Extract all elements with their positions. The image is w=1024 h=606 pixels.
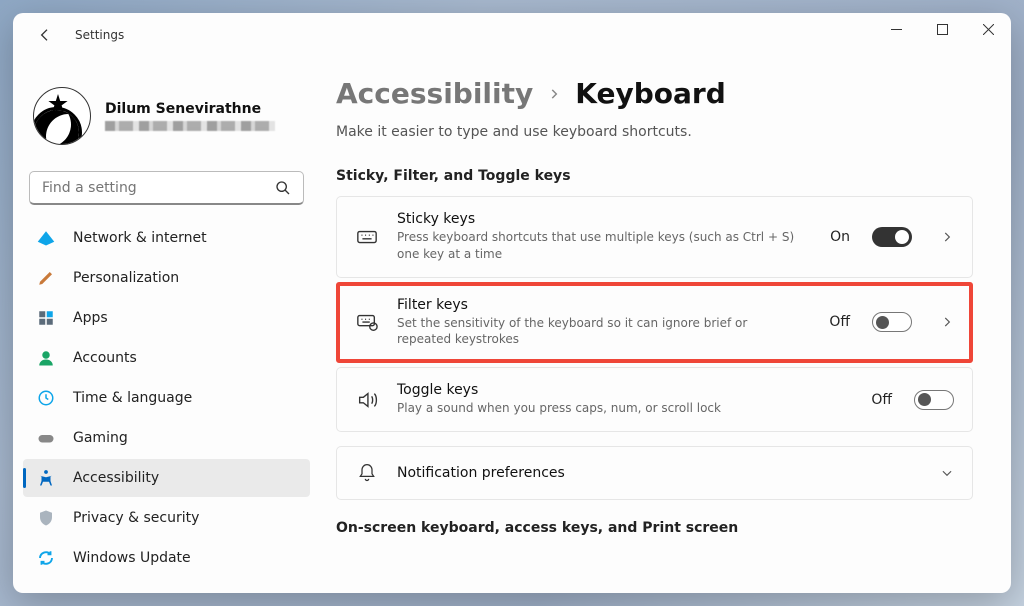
nav-label: Privacy & security [73,510,199,526]
avatar [33,87,91,145]
minimize-button[interactable] [873,13,919,45]
keyboard-icon [355,225,379,249]
back-button[interactable] [33,23,57,47]
accessibility-icon [37,469,55,487]
chevron-right-icon[interactable] [940,230,954,244]
chevron-right-icon[interactable] [940,315,954,329]
breadcrumb: Accessibility Keyboard [336,77,973,110]
nav-update[interactable]: Windows Update [23,539,310,577]
nav-label: Windows Update [73,550,191,566]
section-onscreen-title: On-screen keyboard, access keys, and Pri… [336,520,973,536]
search-icon [275,180,291,196]
nav-accessibility[interactable]: Accessibility [23,459,310,497]
nav-personalization[interactable]: Personalization [23,259,310,297]
wifi-icon [37,229,55,247]
sticky-keys-toggle[interactable] [872,227,912,247]
nav-gaming[interactable]: Gaming [23,419,310,457]
titlebar: Settings [13,13,1011,57]
filter-keys-toggle[interactable] [872,312,912,332]
sound-icon [355,388,379,412]
nav-accounts[interactable]: Accounts [23,339,310,377]
keyboard-filter-icon [355,310,379,334]
nav-privacy[interactable]: Privacy & security [23,499,310,537]
profile-name: Dilum Senevirathne [105,101,275,117]
apps-icon [37,309,55,327]
notification-preferences-row[interactable]: Notification preferences [336,446,973,500]
toggle-keys-row[interactable]: Toggle keys Play a sound when you press … [336,367,973,432]
main-content[interactable]: Accessibility Keyboard Make it easier to… [320,57,1011,593]
gamepad-icon [37,429,55,447]
shield-icon [37,509,55,527]
nav-label: Gaming [73,430,128,446]
nav-label: Personalization [73,270,179,286]
nav-network[interactable]: Network & internet [23,219,310,257]
clock-icon [37,389,55,407]
nav-label: Network & internet [73,230,207,246]
profile-block[interactable]: Dilum Senevirathne [23,57,310,163]
filter-keys-desc: Set the sensitivity of the keyboard so i… [397,315,797,349]
toggle-keys-desc: Play a sound when you press caps, num, o… [397,400,797,417]
page-subtitle: Make it easier to type and use keyboard … [336,124,973,140]
nav-apps[interactable]: Apps [23,299,310,337]
settings-window: Settings Dilum Senevirathne Network & in… [13,13,1011,593]
update-icon [37,549,55,567]
sticky-keys-row[interactable]: Sticky keys Press keyboard shortcuts tha… [336,196,973,278]
app-title: Settings [75,28,124,42]
search-box[interactable] [29,171,304,205]
breadcrumb-current: Keyboard [575,77,725,110]
toggle-keys-title: Toggle keys [397,382,853,398]
sticky-keys-title: Sticky keys [397,211,812,227]
sticky-keys-desc: Press keyboard shortcuts that use multip… [397,229,797,263]
bell-icon [355,461,379,485]
system-buttons [873,13,1011,45]
nav-label: Time & language [73,390,192,406]
section-sticky-title: Sticky, Filter, and Toggle keys [336,168,973,184]
filter-keys-row[interactable]: Filter keys Set the sensitivity of the k… [336,282,973,364]
filter-keys-state: Off [829,314,850,330]
nav-label: Accessibility [73,470,159,486]
person-icon [37,349,55,367]
chevron-down-icon[interactable] [940,466,954,480]
nav-list: Network & internet Personalization Apps … [23,219,310,577]
breadcrumb-parent[interactable]: Accessibility [336,77,533,110]
filter-keys-title: Filter keys [397,297,811,313]
toggle-keys-state: Off [871,392,892,408]
nav-label: Accounts [73,350,137,366]
nav-time[interactable]: Time & language [23,379,310,417]
chevron-right-icon [547,87,561,101]
maximize-button[interactable] [919,13,965,45]
notification-preferences-title: Notification preferences [397,465,912,481]
brush-icon [37,269,55,287]
search-input[interactable] [42,180,275,196]
nav-label: Apps [73,310,108,326]
close-button[interactable] [965,13,1011,45]
profile-email-redacted [105,121,275,131]
sticky-keys-state: On [830,229,850,245]
sidebar: Dilum Senevirathne Network & internet Pe… [13,57,320,593]
toggle-keys-toggle[interactable] [914,390,954,410]
